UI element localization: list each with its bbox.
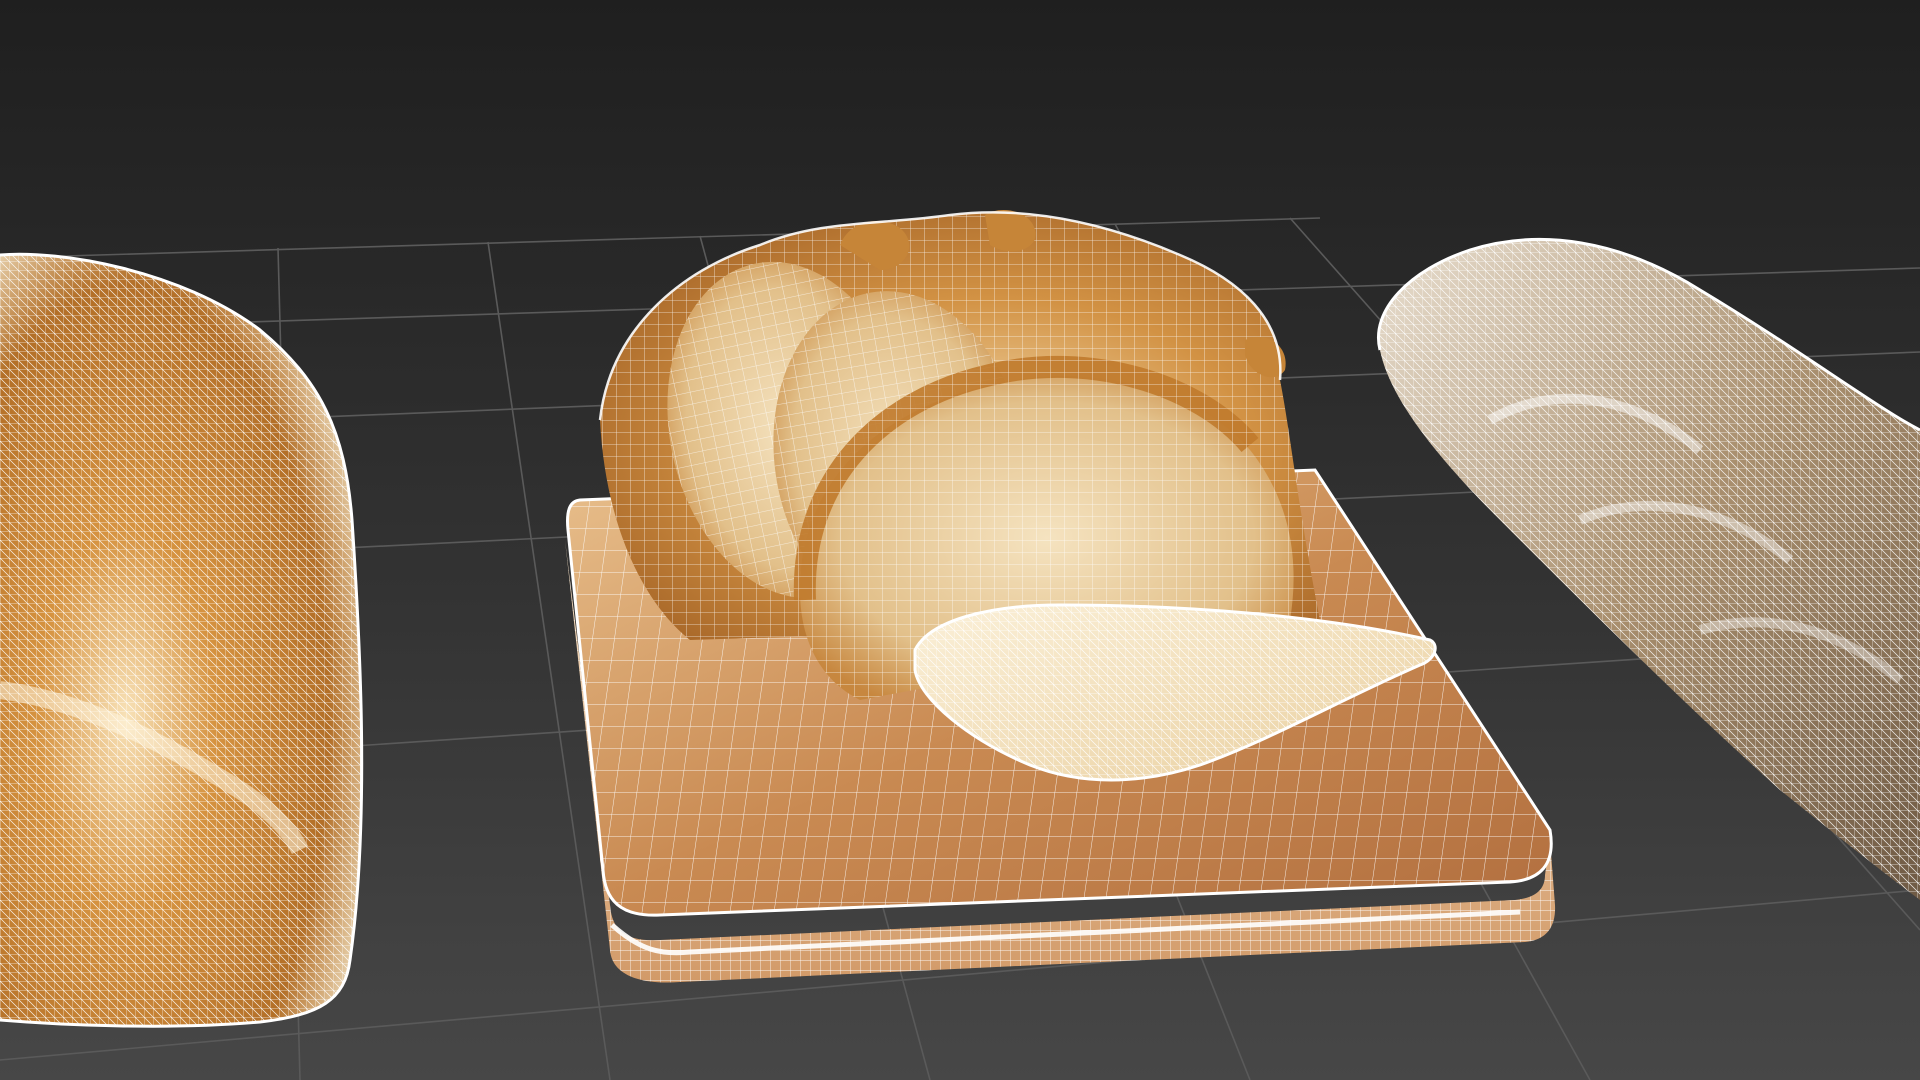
3d-viewport[interactable] [0, 0, 1920, 1080]
viewport-canvas[interactable] [0, 0, 1920, 1080]
